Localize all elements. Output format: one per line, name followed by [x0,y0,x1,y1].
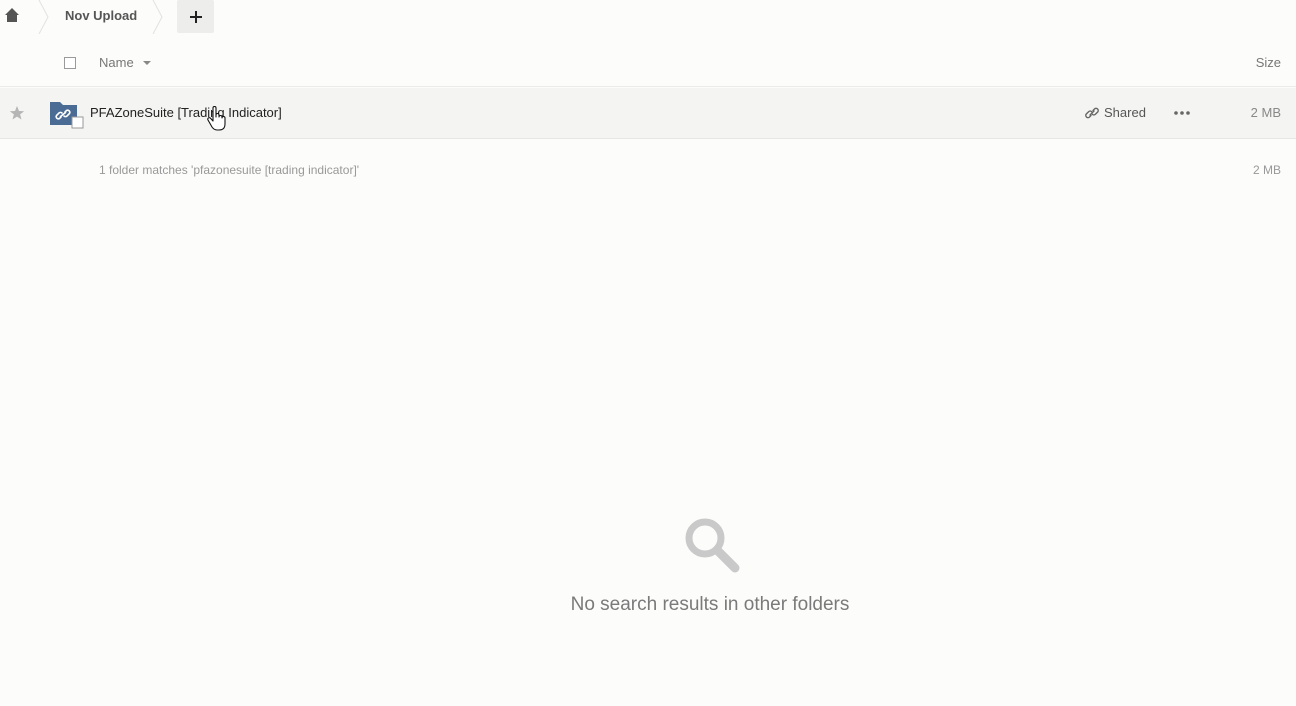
breadcrumb-separator [152,0,164,34]
file-row[interactable]: PFAZoneSuite [Trading Indicator] Shared … [0,88,1296,139]
file-name[interactable]: PFAZoneSuite [Trading Indicator] [90,105,282,120]
shared-label: Shared [1104,105,1146,120]
breadcrumb-separator [38,0,50,34]
home-icon[interactable] [4,7,20,23]
breadcrumb-current-folder[interactable]: Nov Upload [65,8,137,23]
new-button[interactable] [177,0,214,33]
share-button[interactable]: Shared [1085,105,1146,120]
more-actions-icon[interactable] [1173,106,1191,120]
sort-caret-icon [142,60,151,65]
plus-icon [189,10,202,23]
size-column-label[interactable]: Size [1256,55,1281,70]
breadcrumb: Nov Upload [0,0,1296,34]
star-icon[interactable] [9,105,25,121]
file-list-header: Name Size [0,40,1296,87]
summary-size: 2 MB [1252,163,1281,177]
link-icon [1085,107,1099,118]
select-all-checkbox[interactable] [64,57,76,69]
search-summary: 1 folder matches 'pfazonesuite [trading … [99,163,360,177]
sort-by-name[interactable]: Name [99,55,151,70]
shared-folder-icon[interactable] [49,100,85,130]
search-icon [680,515,740,575]
files-app: Nov Upload Name Size PFAZoneSuite [Tradi… [0,0,1296,706]
empty-state-message: No search results in other folders [570,594,850,615]
file-size: 2 MB [1250,105,1281,120]
name-column-label: Name [99,55,134,70]
